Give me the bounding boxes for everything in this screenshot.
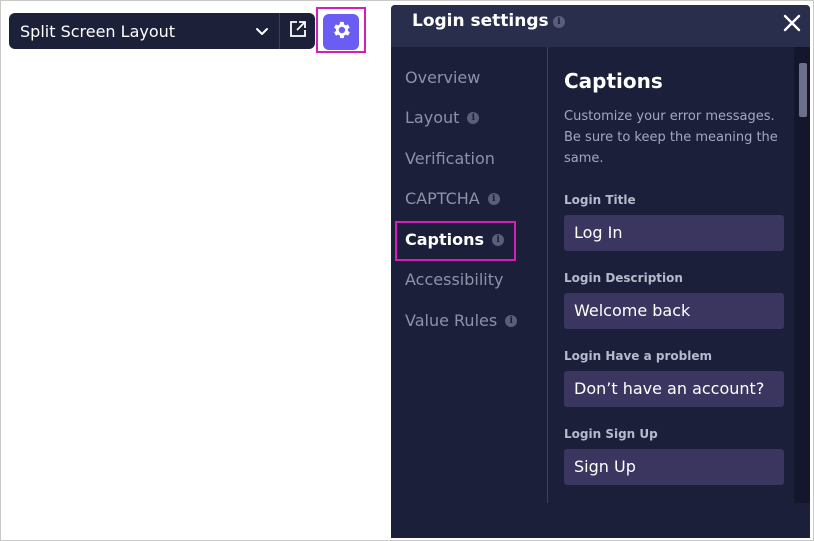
content-title: Captions (564, 69, 663, 93)
nav-item-verification[interactable]: Verification (405, 149, 495, 168)
login-title-input[interactable]: Log In (564, 215, 784, 251)
nav-item-label: CAPTCHA (405, 189, 480, 208)
settings-button[interactable] (323, 14, 359, 50)
panel-divider (547, 47, 548, 503)
scrollbar-thumb[interactable] (799, 63, 807, 117)
field-label: Login Sign Up (564, 427, 658, 441)
close-icon[interactable] (781, 12, 803, 34)
panel-header: Login settings i (391, 5, 810, 47)
app-frame: Split Screen Layout Login settings i Ove… (0, 0, 814, 541)
nav-item-accessibility[interactable]: Accessibility (405, 270, 503, 289)
nav-item-overview[interactable]: Overview (405, 68, 480, 87)
nav-item-captcha[interactable]: CAPTCHA i (405, 189, 500, 208)
nav-item-value-rules[interactable]: Value Rules i (405, 311, 518, 330)
layout-select-value: Split Screen Layout (20, 21, 176, 41)
nav-item-label: Verification (405, 149, 495, 168)
field-label: Login Description (564, 271, 683, 285)
nav-item-label: Layout (405, 108, 460, 127)
nav-item-label: Value Rules (405, 311, 498, 330)
login-description-input[interactable]: Welcome back (564, 293, 784, 329)
chevron-down-icon (253, 22, 271, 40)
layout-select[interactable]: Split Screen Layout (9, 13, 279, 49)
field-label: Login Have a problem (564, 349, 712, 363)
info-icon[interactable]: i (553, 16, 565, 28)
nav-item-layout[interactable]: Layout i (405, 108, 480, 127)
info-icon[interactable]: i (487, 192, 500, 205)
login-sign-up-input[interactable]: Sign Up (564, 449, 784, 485)
field-label: Login Title (564, 193, 636, 207)
captions-highlight (395, 221, 516, 261)
info-icon[interactable]: i (467, 111, 480, 124)
external-link-icon (288, 19, 308, 43)
login-settings-panel: Login settings i Overview Layout i Verifi… (391, 5, 810, 538)
nav-item-label: Accessibility (405, 270, 504, 289)
open-external-button[interactable] (280, 13, 315, 49)
gear-icon (330, 19, 352, 45)
info-icon[interactable]: i (505, 314, 518, 327)
content-description: Customize your error messages. Be sure t… (564, 109, 778, 166)
nav-item-label: Overview (405, 68, 481, 87)
login-have-problem-input[interactable]: Don’t have an account? (564, 371, 784, 407)
panel-title: Login settings (412, 11, 549, 31)
